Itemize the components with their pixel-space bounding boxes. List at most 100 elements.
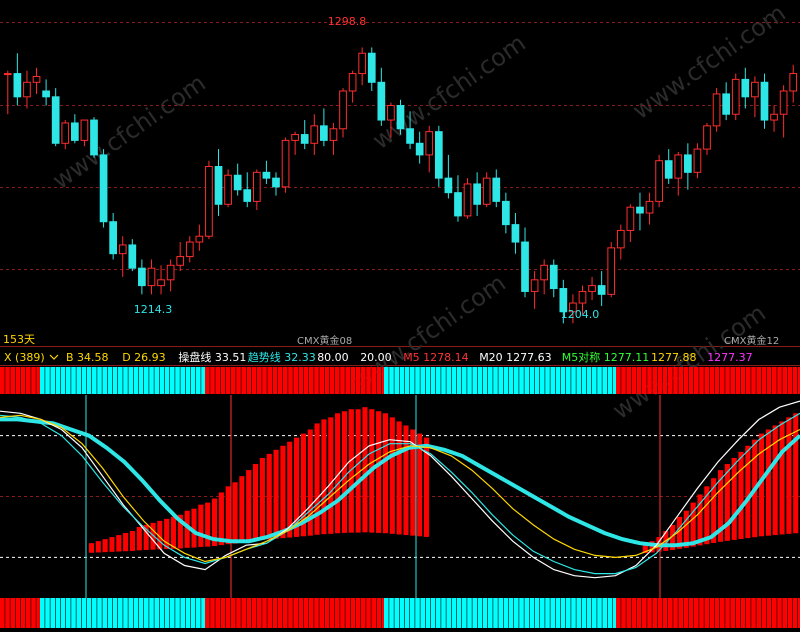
- signal-strip-bar: [410, 598, 415, 628]
- candle-down: [109, 221, 118, 255]
- signal-strip-bar: [277, 598, 283, 628]
- signal-strip-bar: [236, 367, 241, 394]
- signal-strip-bar: [477, 367, 483, 394]
- signal-strip-bar: [621, 598, 626, 628]
- signal-strip-bar: [581, 367, 587, 394]
- indicator-dropdown[interactable]: X (389): [4, 351, 45, 364]
- signal-strip-bar: [699, 598, 704, 628]
- candle-down: [415, 142, 424, 156]
- signal-strip-bar: [50, 367, 55, 394]
- candle-up: [607, 247, 616, 295]
- signal-strip-bar: [45, 598, 50, 628]
- signal-strip-bar: [446, 367, 451, 394]
- candle-down: [597, 285, 606, 295]
- signal-strip-bar: [772, 367, 777, 394]
- signal-strip-bar: [631, 598, 637, 628]
- indicator-value: 80.00: [317, 351, 349, 364]
- signal-strip-bar: [133, 598, 139, 628]
- histogram-bar: [246, 470, 252, 542]
- signal-strip-bar: [576, 367, 581, 394]
- signal-strip-bar: [534, 598, 540, 628]
- signal-strip-bar: [678, 367, 683, 394]
- histogram-bar: [164, 518, 170, 550]
- signal-strip-bar: [709, 598, 715, 628]
- indicator-value: 操盘线 33.51: [178, 350, 246, 364]
- signal-strip-bar: [123, 367, 128, 394]
- signal-strip-bar: [345, 367, 350, 394]
- signal-strip-bar: [86, 367, 92, 394]
- signal-strip-bar: [534, 367, 540, 394]
- signal-strip-bar: [756, 367, 761, 394]
- signal-strip-bar: [683, 598, 689, 628]
- candle-up: [118, 244, 127, 255]
- signal-strip-bar: [0, 598, 5, 628]
- signal-strip-bar: [128, 367, 133, 394]
- signal-strip-bar: [384, 598, 389, 628]
- histogram-bar: [287, 441, 293, 538]
- signal-strip-bar: [597, 598, 602, 628]
- signal-strip-bar: [482, 367, 488, 394]
- histogram-bar: [252, 464, 259, 541]
- candle-down: [549, 264, 558, 290]
- signal-strip-bar: [704, 367, 709, 394]
- histogram-bar: [376, 411, 382, 533]
- signal-strip-bar: [257, 367, 262, 394]
- signal-strip-bar: [519, 598, 524, 628]
- signal-strip-bar: [607, 598, 613, 628]
- signal-strip-bar: [164, 367, 170, 394]
- chevron-down-icon[interactable]: [49, 354, 59, 360]
- signal-strip-bar: [303, 598, 309, 628]
- signal-strip-bar: [514, 367, 519, 394]
- signal-strip-bar: [725, 598, 730, 628]
- signal-strip-bar: [524, 367, 529, 394]
- signal-strip-bar: [740, 598, 746, 628]
- signal-strip-bar: [467, 598, 472, 628]
- signal-strip-bar: [118, 598, 123, 628]
- signal-strip-bar: [40, 367, 45, 394]
- signal-strip-bar: [76, 598, 81, 628]
- signal-strip-bar: [592, 598, 597, 628]
- indicator-value: 1277.88: [651, 351, 697, 364]
- signal-strip-bar: [324, 367, 330, 394]
- candle-down: [367, 52, 376, 83]
- signal-strip-bar: [647, 367, 652, 394]
- candle-up: [387, 105, 395, 121]
- candle-down: [320, 125, 328, 141]
- signal-strip-bar: [394, 598, 399, 628]
- signal-strip-bar: [678, 598, 683, 628]
- histogram-bar: [738, 451, 744, 540]
- candle-up: [578, 290, 587, 304]
- candle-down: [51, 96, 60, 144]
- signal-strip-bar: [657, 598, 663, 628]
- signal-strip-bar: [652, 598, 657, 628]
- signal-strip-bar: [92, 598, 97, 628]
- signal-strip-bar: [355, 367, 361, 394]
- signal-strip-bar: [642, 598, 647, 628]
- signal-strip-bar: [451, 367, 457, 394]
- signal-strip-bar: [642, 367, 647, 394]
- candle-up: [789, 73, 798, 92]
- candle-down: [664, 160, 673, 179]
- signal-strip-bar: [257, 598, 262, 628]
- indicator-value: 20.00: [360, 351, 392, 364]
- signal-strip-bar: [430, 598, 436, 628]
- chart-canvas: www.cfchi.com www.cfchi.com www.cfchi.comw…: [0, 0, 800, 628]
- signal-strip-bar: [616, 598, 621, 628]
- signal-strip-bar: [792, 598, 798, 628]
- signal-strip-bar: [756, 598, 761, 628]
- signal-strip-bar: [560, 598, 566, 628]
- signal-strip-bar: [5, 598, 10, 628]
- signal-strip-bar: [777, 598, 782, 628]
- signal-strip-bar: [467, 367, 472, 394]
- histogram-bar: [205, 502, 211, 547]
- signal-strip-bar: [371, 598, 376, 628]
- signal-strip-bar: [154, 367, 159, 394]
- signal-strip-bar: [66, 598, 71, 628]
- signal-strip-bar: [477, 598, 483, 628]
- signal-strip-bar: [425, 598, 431, 628]
- low-price-label-left: 1214.3: [134, 303, 173, 316]
- signal-strip-bar: [782, 598, 787, 628]
- signal-strip-bar: [602, 598, 607, 628]
- signal-strip-bar: [81, 367, 87, 394]
- candle-up: [157, 279, 165, 287]
